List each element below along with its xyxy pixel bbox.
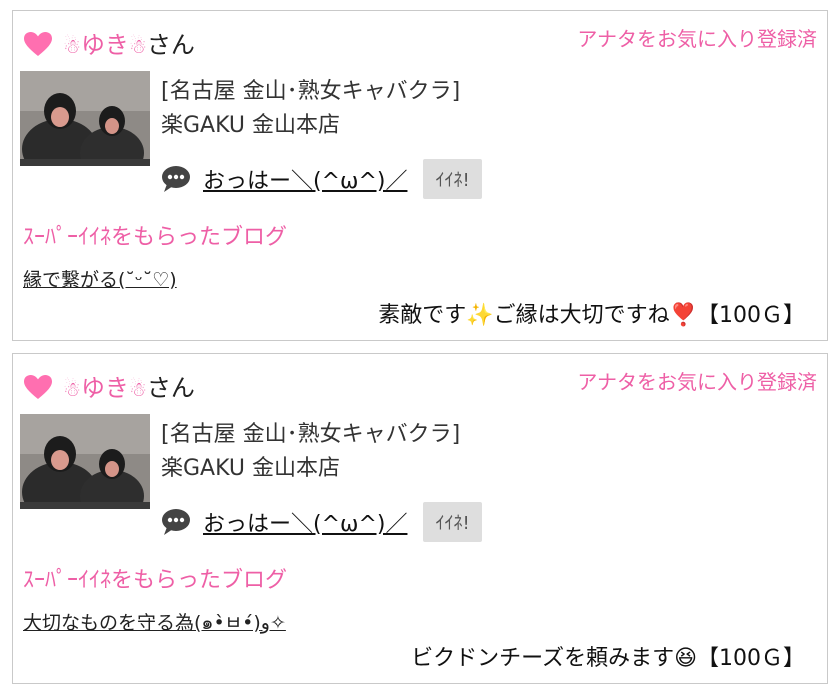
notification-card: ☃ゆき☃さん アナタをお気に入り登録済 [名古屋 金山･熟女キャバクラ] 楽GA… <box>12 10 828 341</box>
cast-photo[interactable] <box>20 414 150 509</box>
blog-title-link[interactable]: 大切なものを守る為(๑•̀ㅂ•́)و✧ <box>23 608 286 638</box>
snowman-icon: ☃ <box>63 34 81 58</box>
shop-info[interactable]: [名古屋 金山･熟女キャバクラ] 楽GAKU 金山本店 <box>161 75 460 143</box>
blog-title-link[interactable]: 縁で繋がる(˘ᵕ˘♡) <box>23 265 177 292</box>
message-row: おっはー＼(^ω^)／ ｲｲﾈ! <box>161 502 482 542</box>
honorific: さん <box>146 31 195 59</box>
comment-text: ビクドンチーズを頼みます😆【100Ｇ】 <box>411 646 805 671</box>
shop-area: [名古屋 金山･熟女キャバクラ] <box>161 422 461 447</box>
message-row: おっはー＼(^ω^)／ ｲｲﾈ! <box>161 159 482 199</box>
user-name[interactable]: ゆき <box>81 374 129 402</box>
iine-button[interactable]: ｲｲﾈ! <box>423 502 482 542</box>
snowman-icon: ☃ <box>128 377 147 401</box>
favorite-status: アナタをお気に入り登録済 <box>577 27 817 51</box>
snowman-icon: ☃ <box>128 34 147 58</box>
favorite-status: アナタをお気に入り登録済 <box>577 370 817 394</box>
cast-photo[interactable] <box>20 71 150 166</box>
shop-name: 楽GAKU 金山本店 <box>161 113 341 138</box>
user-name[interactable]: ゆき <box>81 31 129 59</box>
shop-area: [名古屋 金山･熟女キャバクラ] <box>161 79 461 104</box>
heart-icon[interactable] <box>23 374 53 400</box>
super-iine-label: ｽｰﾊﾟｰｲｲﾈをもらったブログ <box>23 568 288 593</box>
snowman-icon: ☃ <box>63 377 81 401</box>
super-iine-label: ｽｰﾊﾟｰｲｲﾈをもらったブログ <box>23 225 288 250</box>
comment-text: 素敵です✨ご縁は大切ですね❣️【100Ｇ】 <box>378 303 805 328</box>
user-name-row[interactable]: ☃ゆき☃さん <box>63 368 195 403</box>
user-name-row[interactable]: ☃ゆき☃さん <box>63 25 195 60</box>
shop-name: 楽GAKU 金山本店 <box>161 456 341 481</box>
heart-icon[interactable] <box>23 31 53 57</box>
iine-button[interactable]: ｲｲﾈ! <box>423 159 482 199</box>
speech-bubble-icon <box>162 509 190 535</box>
message-link[interactable]: おっはー＼(^ω^)／ <box>203 506 407 538</box>
shop-info[interactable]: [名古屋 金山･熟女キャバクラ] 楽GAKU 金山本店 <box>161 418 460 486</box>
notification-card: ☃ゆき☃さん アナタをお気に入り登録済 [名古屋 金山･熟女キャバクラ] 楽GA… <box>12 353 828 684</box>
honorific: さん <box>146 374 195 402</box>
speech-bubble-icon <box>162 166 190 192</box>
message-link[interactable]: おっはー＼(^ω^)／ <box>203 163 407 195</box>
